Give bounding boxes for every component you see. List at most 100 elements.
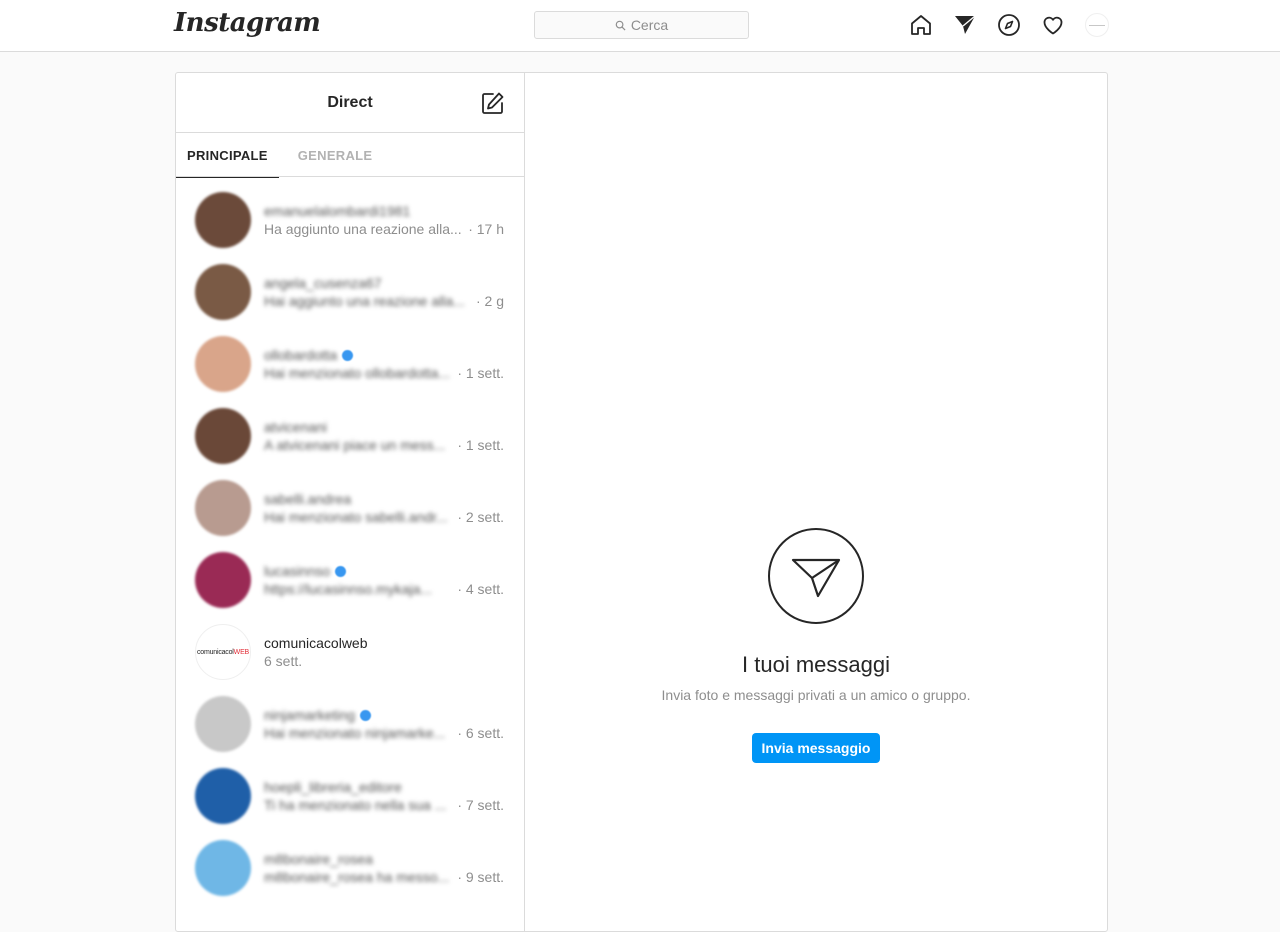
- thread-username: ollobardotta: [264, 347, 338, 363]
- paper-plane-icon: [768, 528, 864, 624]
- thread-preview-row: Ti ha menzionato nella sua ... · 7 sett.: [264, 796, 504, 814]
- thread-text: ollobardotta Hai menzionato ollobardotta.…: [264, 346, 504, 382]
- tab-principale[interactable]: PRINCIPALE: [176, 133, 279, 178]
- thread-preview-row: Hai menzionato sabelli.andr... · 2 sett.: [264, 508, 504, 526]
- thread-text: emanuelalombardi1981 Ha aggiunto una reaz…: [264, 202, 504, 238]
- list-item[interactable]: angela_cusenza67 Hai aggiunto una reazion…: [176, 256, 524, 328]
- avatar: [1085, 13, 1109, 37]
- thread-text: hoepli_libreria_editore Ti ha menzionato …: [264, 778, 504, 814]
- thread-preview-row: https://lucasinnso.mykaja... · 4 sett.: [264, 580, 504, 598]
- thread-preview-row: Hai menzionato ninjamarke... · 6 sett.: [264, 724, 504, 742]
- tab-generale[interactable]: GENERALE: [287, 133, 384, 177]
- thread-text: atvicenani A atvicenani piace un mess... ·…: [264, 418, 504, 454]
- thread-list: emanuelalombardi1981 Ha aggiunto una reaz…: [176, 177, 524, 904]
- verified-badge-icon: [335, 565, 347, 577]
- thread-text: angela_cusenza67 Hai aggiunto una reazion…: [264, 274, 504, 310]
- page-title: Direct: [327, 93, 373, 111]
- thread-timestamp: · 7 sett.: [457, 797, 504, 813]
- thread-preview: https://lucasinnso.mykaja...: [264, 581, 433, 597]
- thread-name-row: lucasinnso: [264, 562, 504, 580]
- thread-preview: A atvicenani piace un mess...: [264, 437, 446, 453]
- avatar: [195, 408, 251, 464]
- list-item[interactable]: hoepli_libreria_editore Ti ha menzionato …: [176, 760, 524, 832]
- send-message-button[interactable]: Invia messaggio: [751, 733, 881, 763]
- verified-badge-icon: [360, 709, 372, 721]
- thread-username: ninjamarketing: [264, 707, 356, 723]
- profile-avatar[interactable]: [1084, 12, 1110, 38]
- thread-timestamp: · 17 h: [468, 221, 504, 237]
- avatar: [195, 696, 251, 752]
- thread-preview-row: 6 sett.: [264, 652, 504, 670]
- thread-preview: Ti ha menzionato nella sua ...: [264, 797, 447, 813]
- thread-text: lucasinnso https://lucasinnso.mykaja... · …: [264, 562, 504, 598]
- thread-name-row: atvicenani: [264, 418, 504, 436]
- thread-name-row: comunicacolweb: [264, 634, 504, 652]
- verified-badge-icon: [342, 349, 354, 361]
- avatar: [195, 552, 251, 608]
- thread-username: comunicacolweb: [264, 635, 368, 651]
- direct-inbox: Direct PRINCIPALE GENERALE emanuelalomba…: [175, 72, 1108, 932]
- thread-preview-row: Hai menzionato ollobardotta... · 1 sett.: [264, 364, 504, 382]
- list-item[interactable]: ollobardotta Hai menzionato ollobardotta.…: [176, 328, 524, 400]
- thread-username: hoepli_libreria_editore: [264, 779, 402, 795]
- list-item[interactable]: atvicenani A atvicenani piace un mess... ·…: [176, 400, 524, 472]
- search-placeholder: Cerca: [630, 17, 669, 33]
- thread-timestamp: · 9 sett.: [457, 869, 504, 885]
- list-item[interactable]: ninjamarketing Hai menzionato ninjamarke.…: [176, 688, 524, 760]
- thread-preview: Ha aggiunto una reazione alla...: [264, 221, 462, 237]
- thread-username: angela_cusenza67: [264, 275, 382, 291]
- thread-preview: Hai aggiunto una reazione alla...: [264, 293, 465, 309]
- empty-state-title: I tuoi messaggi: [742, 652, 890, 677]
- thread-name-row: ninjamarketing: [264, 706, 504, 724]
- nav-icons: [908, 12, 1110, 38]
- instagram-logo[interactable]: Instagram: [174, 8, 321, 38]
- list-item[interactable]: comunicacol WEB comunicacolweb 6 sett.: [176, 616, 524, 688]
- avatar: [195, 840, 251, 896]
- thread-name-row: hoepli_libreria_editore: [264, 778, 504, 796]
- thread-list-pane: Direct PRINCIPALE GENERALE emanuelalomba…: [176, 73, 525, 931]
- new-message-icon[interactable]: [480, 90, 506, 116]
- thread-timestamp: · 2 g: [475, 293, 504, 309]
- search-icon: [615, 20, 626, 31]
- thread-preview-row: Hai aggiunto una reazione alla... · 2 g: [264, 292, 504, 310]
- thread-name-row: m8bonaire_rosea: [264, 850, 504, 868]
- list-item[interactable]: emanuelalombardi1981 Ha aggiunto una reaz…: [176, 184, 524, 256]
- list-item[interactable]: m8bonaire_rosea m8bonaire_rosea ha messo.…: [176, 832, 524, 904]
- thread-username: emanuelalombardi1981: [264, 203, 411, 219]
- search-input[interactable]: Cerca: [534, 11, 749, 39]
- thread-preview-row: m8bonaire_rosea ha messo... · 9 sett.: [264, 868, 504, 886]
- inbox-header: Direct: [176, 73, 524, 133]
- thread-preview: 6 sett.: [264, 653, 303, 669]
- empty-state: I tuoi messaggi Invia foto e messaggi pr…: [525, 528, 1107, 763]
- thread-text: ninjamarketing Hai menzionato ninjamarke.…: [264, 706, 504, 742]
- avatar: [195, 264, 251, 320]
- thread-preview: Hai menzionato sabelli.andr...: [264, 509, 448, 525]
- top-navbar: Instagram Cerca: [0, 0, 1280, 52]
- thread-text: comunicacolweb 6 sett.: [264, 634, 504, 670]
- empty-state-subtitle: Invia foto e messaggi privati a un amico…: [661, 687, 971, 703]
- inbox-tabs: PRINCIPALE GENERALE: [176, 133, 524, 178]
- list-item[interactable]: sabelli.andrea Hai menzionato sabelli.and…: [176, 472, 524, 544]
- thread-timestamp: · 1 sett.: [457, 365, 504, 381]
- thread-username: atvicenani: [264, 419, 328, 435]
- thread-timestamp: · 2 sett.: [457, 509, 504, 525]
- list-item[interactable]: lucasinnso https://lucasinnso.mykaja... · …: [176, 544, 524, 616]
- explore-icon[interactable]: [996, 12, 1022, 38]
- direct-icon[interactable]: [952, 12, 978, 38]
- thread-name-row: angela_cusenza67: [264, 274, 504, 292]
- thread-username: lucasinnso: [264, 563, 331, 579]
- thread-text: sabelli.andrea Hai menzionato sabelli.and…: [264, 490, 504, 526]
- activity-heart-icon[interactable]: [1040, 12, 1066, 38]
- thread-preview: m8bonaire_rosea ha messo...: [264, 869, 450, 885]
- home-icon[interactable]: [908, 12, 934, 38]
- avatar: [195, 336, 251, 392]
- avatar: [195, 192, 251, 248]
- thread-name-row: sabelli.andrea: [264, 490, 504, 508]
- thread-preview-row: Ha aggiunto una reazione alla... · 17 h: [264, 220, 504, 238]
- thread-name-row: ollobardotta: [264, 346, 504, 364]
- avatar: [195, 480, 251, 536]
- avatar: comunicacol WEB: [195, 624, 251, 680]
- thread-preview-row: A atvicenani piace un mess... · 1 sett.: [264, 436, 504, 454]
- thread-timestamp: · 6 sett.: [457, 725, 504, 741]
- thread-username: sabelli.andrea: [264, 491, 352, 507]
